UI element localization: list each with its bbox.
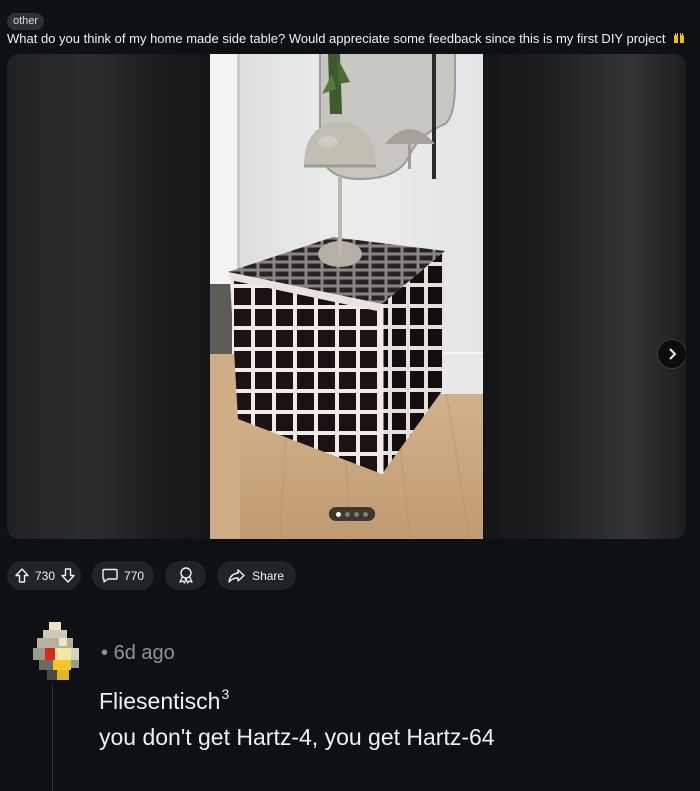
post-title-text: What do you think of my home made side t… — [7, 31, 666, 46]
comment-body: you don't get Hartz-4, you get Hartz-64 — [99, 724, 495, 750]
gallery-dot[interactable] — [363, 511, 368, 517]
username-text: Fliesentisch — [99, 688, 221, 714]
raising-hands-emoji-icon — [672, 32, 686, 44]
gallery-dot[interactable] — [345, 511, 350, 517]
share-button[interactable]: Share — [217, 561, 297, 590]
vote-control: 730 — [7, 561, 82, 590]
commenter-avatar[interactable] — [25, 620, 85, 682]
post-image[interactable] — [210, 54, 483, 539]
award-button[interactable] — [165, 561, 207, 590]
share-icon — [228, 568, 245, 583]
gallery-next-button[interactable] — [657, 339, 686, 369]
thread-line[interactable] — [52, 684, 53, 791]
gallery-pagination-dots — [329, 507, 375, 521]
comments-button[interactable]: 770 — [92, 561, 155, 590]
comment-count: 770 — [124, 568, 145, 583]
award-icon — [178, 567, 193, 584]
username-superscript: 3 — [221, 686, 230, 702]
comment-timestamp[interactable]: 6d ago — [114, 642, 175, 664]
upvote-icon[interactable] — [15, 568, 29, 583]
share-label: Share — [252, 568, 285, 583]
gallery-dot[interactable] — [336, 511, 341, 517]
post-action-bar: 730 770 Share — [7, 561, 297, 590]
comment-meta: • 6d ago — [101, 642, 175, 665]
post-media-gallery[interactable] — [7, 54, 686, 539]
downvote-icon[interactable] — [61, 568, 75, 583]
chevron-right-icon — [669, 348, 677, 360]
post-title[interactable]: What do you think of my home made side t… — [7, 31, 697, 46]
gallery-dot[interactable] — [354, 511, 359, 517]
post-flair[interactable]: other — [7, 13, 45, 30]
vote-count: 730 — [35, 568, 56, 583]
meta-separator: • — [101, 642, 109, 664]
comment-icon — [102, 568, 118, 583]
comment-username[interactable]: Fliesentisch3 — [99, 686, 229, 715]
